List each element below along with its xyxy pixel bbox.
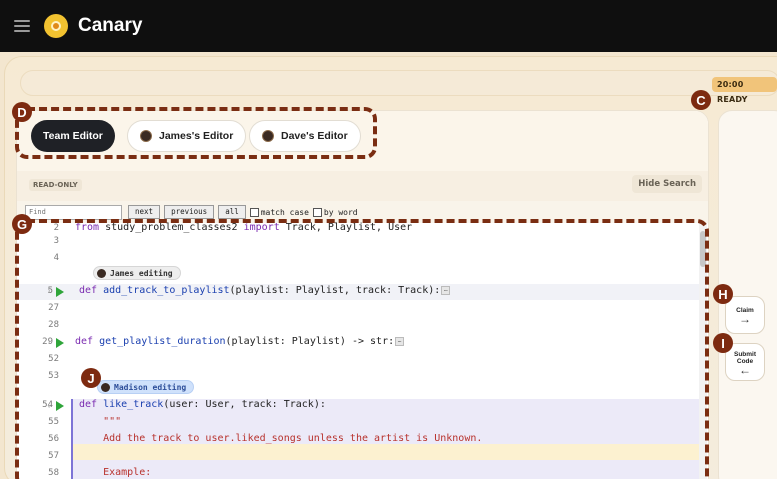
all-button[interactable]: all bbox=[218, 205, 246, 219]
by-word-label: by word bbox=[323, 207, 358, 217]
editor-toolbar: READ-ONLY Hide Search bbox=[17, 171, 708, 201]
claim-button[interactable]: Claim → bbox=[725, 296, 765, 334]
hide-search-button[interactable]: Hide Search bbox=[632, 175, 702, 193]
submit-label: Submit bbox=[733, 350, 757, 358]
hamburger-menu-icon[interactable] bbox=[14, 20, 30, 32]
app-title: Canary bbox=[78, 15, 143, 36]
by-word-checkbox[interactable] bbox=[312, 207, 322, 217]
arrow-left-icon: ← bbox=[739, 362, 751, 377]
annotation-box-tabs bbox=[15, 107, 377, 159]
annotation-marker-c: C bbox=[691, 90, 711, 110]
next-button[interactable]: next bbox=[128, 205, 161, 219]
timer-badge: 20:00 READY bbox=[712, 77, 777, 104]
annotation-marker-g: G bbox=[12, 214, 32, 234]
annotation-marker-h: H bbox=[713, 284, 733, 304]
match-case-checkbox[interactable] bbox=[249, 207, 259, 217]
annotation-marker-d: D bbox=[12, 102, 32, 122]
annotation-marker-i: I bbox=[713, 333, 733, 353]
match-case-label: match case bbox=[260, 207, 309, 217]
find-input[interactable] bbox=[25, 204, 122, 220]
previous-button[interactable]: previous bbox=[164, 205, 215, 219]
annotation-box-code bbox=[15, 219, 709, 479]
app-header: Canary bbox=[0, 0, 777, 52]
arrow-right-icon: → bbox=[739, 312, 751, 326]
timer-bar bbox=[20, 70, 777, 96]
readonly-badge: READ-ONLY bbox=[29, 179, 82, 191]
annotation-marker-j: J bbox=[81, 368, 101, 388]
canary-logo-icon bbox=[44, 14, 68, 38]
